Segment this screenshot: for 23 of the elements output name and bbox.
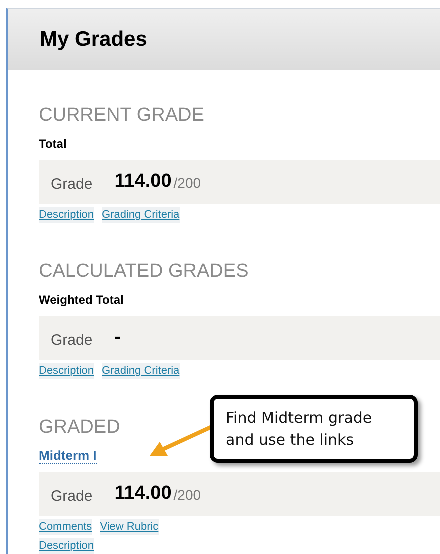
item-label: Total bbox=[39, 137, 67, 151]
grade-total: /200 bbox=[174, 175, 202, 191]
link[interactable]: Description bbox=[39, 538, 94, 554]
link[interactable]: Comments bbox=[39, 519, 92, 535]
page-title: My Grades bbox=[40, 28, 148, 52]
grade-value: 114.00 bbox=[114, 171, 172, 193]
link[interactable]: Grading Criteria bbox=[102, 363, 180, 379]
grade-total: /200 bbox=[174, 487, 202, 503]
section-heading: CURRENT GRADE bbox=[39, 104, 204, 128]
callout: Find Midterm grade and use the links bbox=[210, 395, 418, 463]
link[interactable]: View Rubric bbox=[100, 519, 159, 535]
link[interactable]: Description bbox=[39, 363, 94, 379]
link[interactable]: Description bbox=[39, 207, 94, 223]
item-link[interactable]: Midterm I bbox=[39, 448, 97, 464]
grade-value: - bbox=[114, 327, 122, 349]
grade-label: Grade bbox=[51, 488, 93, 504]
item-label: Weighted Total bbox=[39, 293, 124, 307]
link[interactable]: Grading Criteria bbox=[102, 207, 180, 223]
grade-label: Grade bbox=[51, 332, 93, 348]
grade-value: 114.00 bbox=[114, 483, 172, 505]
section-heading: CALCULATED GRADES bbox=[39, 260, 249, 284]
grade-label: Grade bbox=[51, 176, 93, 192]
section-heading: GRADED bbox=[39, 416, 120, 440]
